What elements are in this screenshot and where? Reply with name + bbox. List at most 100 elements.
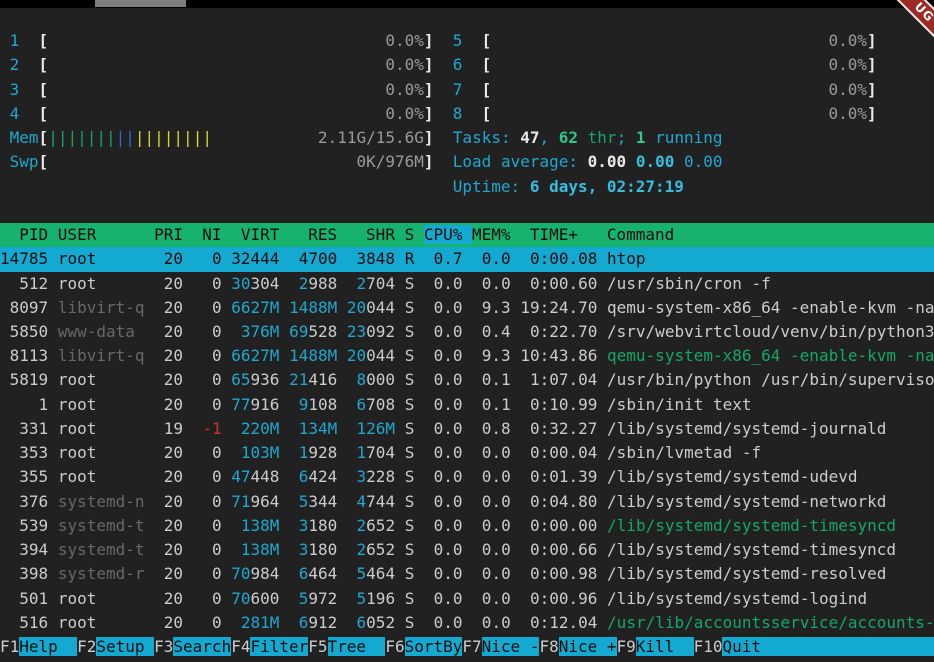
- shr-cell: 6: [357, 613, 367, 632]
- table-header[interactable]: PID USER PRI NI VIRT RES SHR S CPU% MEM%…: [0, 223, 934, 247]
- meter-open-bracket: [: [482, 55, 492, 74]
- state-cell: S: [405, 443, 415, 462]
- process-row-376[interactable]: 376 systemd-n 20 0 71964 5344 4744 S 0.0…: [0, 490, 934, 514]
- fkey-quit[interactable]: F10Quit: [694, 637, 934, 656]
- space: [222, 249, 232, 268]
- shr-cell: 23: [347, 322, 366, 341]
- process-row-5850[interactable]: 5850 www-data 20 0 376M 69528 23092 S 0.…: [0, 320, 934, 344]
- space: [145, 322, 155, 341]
- space: [463, 564, 473, 583]
- table-header-columns[interactable]: PID USER PRI NI VIRT RES SHR S: [0, 225, 424, 244]
- sort-column-cpu[interactable]: CPU%: [424, 225, 472, 244]
- space: [347, 589, 357, 608]
- fkey-nice[interactable]: F8Nice +: [539, 637, 616, 656]
- space: [145, 492, 155, 511]
- load-average-part: 0.00: [684, 152, 723, 171]
- space: [145, 370, 155, 389]
- space: [347, 467, 357, 486]
- process-row-14785[interactable]: 14785 root 20 0 32444 4700 3848 R 0.7 0.…: [0, 247, 934, 271]
- command-cell: /srv/webvirtcloud/venv/bin/python3: [607, 322, 934, 341]
- space: [414, 564, 424, 583]
- space: [193, 419, 203, 438]
- mem-percent-cell: 0.0: [472, 613, 511, 632]
- process-row-8097[interactable]: 8097 libvirt-q 20 0 6627M 1488M 20044 S …: [0, 296, 934, 320]
- command-cell: /lib/systemd/systemd-logind: [607, 589, 867, 608]
- mem-percent-cell: 0.0: [472, 540, 511, 559]
- fkey-setup[interactable]: F2Setup: [77, 637, 154, 656]
- space: [279, 370, 289, 389]
- fkey-nice[interactable]: F7Nice -: [462, 637, 539, 656]
- space: [279, 395, 289, 414]
- space: [222, 419, 232, 438]
- shr-cell: 5: [357, 589, 367, 608]
- space: [347, 395, 357, 414]
- space: [597, 467, 607, 486]
- process-row-398[interactable]: 398 systemd-r 20 0 70984 6464 5464 S 0.0…: [0, 562, 934, 586]
- state-cell: S: [405, 613, 415, 632]
- process-row-501[interactable]: 501 root 20 0 70600 5972 5196 S 0.0 0.0 …: [0, 587, 934, 611]
- space: [347, 516, 357, 535]
- cpu-meter-2: 2 [ 0.0%]: [0, 55, 434, 74]
- space: [414, 370, 424, 389]
- pri-cell: 20: [154, 564, 183, 583]
- time-cell: 1:07.04: [520, 370, 597, 389]
- uptime-part: Uptime:: [453, 177, 530, 196]
- mem-percent-cell: 0.0: [472, 564, 511, 583]
- process-row-516[interactable]: 516 root 20 0 281M 6912 6052 S 0.0 0.0 0…: [0, 611, 934, 635]
- fkey-help[interactable]: F1Help: [0, 637, 77, 656]
- space: [395, 419, 405, 438]
- res-cell: 2: [299, 274, 309, 293]
- fkey-search[interactable]: F3Search: [154, 637, 231, 656]
- space: [231, 540, 241, 559]
- fkey-number: F2: [77, 637, 96, 656]
- space: [279, 274, 289, 293]
- process-row-355[interactable]: 355 root 20 0 47448 6424 3228 S 0.0 0.0 …: [0, 465, 934, 489]
- fkey-sortby[interactable]: F6SortBy: [385, 637, 462, 656]
- process-row-539[interactable]: 539 systemd-t 20 0 138M 3180 2652 S 0.0 …: [0, 514, 934, 538]
- pid-cell: 5850: [0, 322, 48, 341]
- space: [222, 516, 232, 535]
- fkey-filter[interactable]: F4Filter: [231, 637, 308, 656]
- cpu-meter-label: 2: [0, 55, 19, 74]
- cpu-percent-cell: 0.0: [424, 395, 463, 414]
- fkey-tree[interactable]: F5Tree: [308, 637, 385, 656]
- process-row-331[interactable]: 331 root 19 -1 220M 134M 126M S 0.0 0.8 …: [0, 417, 934, 441]
- meter-track: [48, 152, 356, 171]
- shr-cell: 6: [357, 395, 367, 414]
- shr-cell: 652: [366, 540, 395, 559]
- cpu-percent-cell: 0.0: [424, 516, 463, 535]
- fkey-number: F6: [385, 637, 404, 656]
- fkey-kill[interactable]: F9Kill: [617, 637, 694, 656]
- process-row-394[interactable]: 394 systemd-t 20 0 138M 3180 2652 S 0.0 …: [0, 538, 934, 562]
- meter-close-bracket: ]: [867, 55, 877, 74]
- process-row-1[interactable]: 1 root 20 0 77916 9108 6708 S 0.0 0.1 0:…: [0, 393, 934, 417]
- shr-cell: 5: [357, 564, 367, 583]
- space: [511, 492, 521, 511]
- space: [395, 395, 405, 414]
- shr-cell: 228: [366, 467, 395, 486]
- space: [462, 80, 481, 99]
- pid-cell: 539: [0, 516, 48, 535]
- shr-cell: 3848: [357, 249, 396, 268]
- table-header-columns[interactable]: MEM% TIME+ Command: [472, 225, 934, 244]
- space: [48, 492, 58, 511]
- process-row-353[interactable]: 353 root 20 0 103M 1928 1704 S 0.0 0.0 0…: [0, 441, 934, 465]
- command-cell: htop: [607, 249, 646, 268]
- space: [463, 467, 473, 486]
- space: [597, 516, 607, 535]
- cpu-percent-cell: 0.0: [424, 589, 463, 608]
- space: [597, 346, 607, 365]
- process-row-512[interactable]: 512 root 20 0 30304 2988 2704 S 0.0 0.0 …: [0, 272, 934, 296]
- meter-track: [491, 104, 828, 123]
- process-row-8113[interactable]: 8113 libvirt-q 20 0 6627M 1488M 20044 S …: [0, 344, 934, 368]
- ni-cell: 0: [212, 516, 222, 535]
- res-cell: 972: [308, 589, 337, 608]
- space: [337, 298, 347, 317]
- state-cell: S: [405, 540, 415, 559]
- space: [289, 467, 299, 486]
- shr-cell: 044: [366, 346, 395, 365]
- state-cell: R: [405, 249, 415, 268]
- command-cell: /usr/bin/python /usr/bin/superviso: [607, 370, 934, 389]
- space: [183, 395, 193, 414]
- process-row-5819[interactable]: 5819 root 20 0 65936 21416 8000 S 0.0 0.…: [0, 368, 934, 392]
